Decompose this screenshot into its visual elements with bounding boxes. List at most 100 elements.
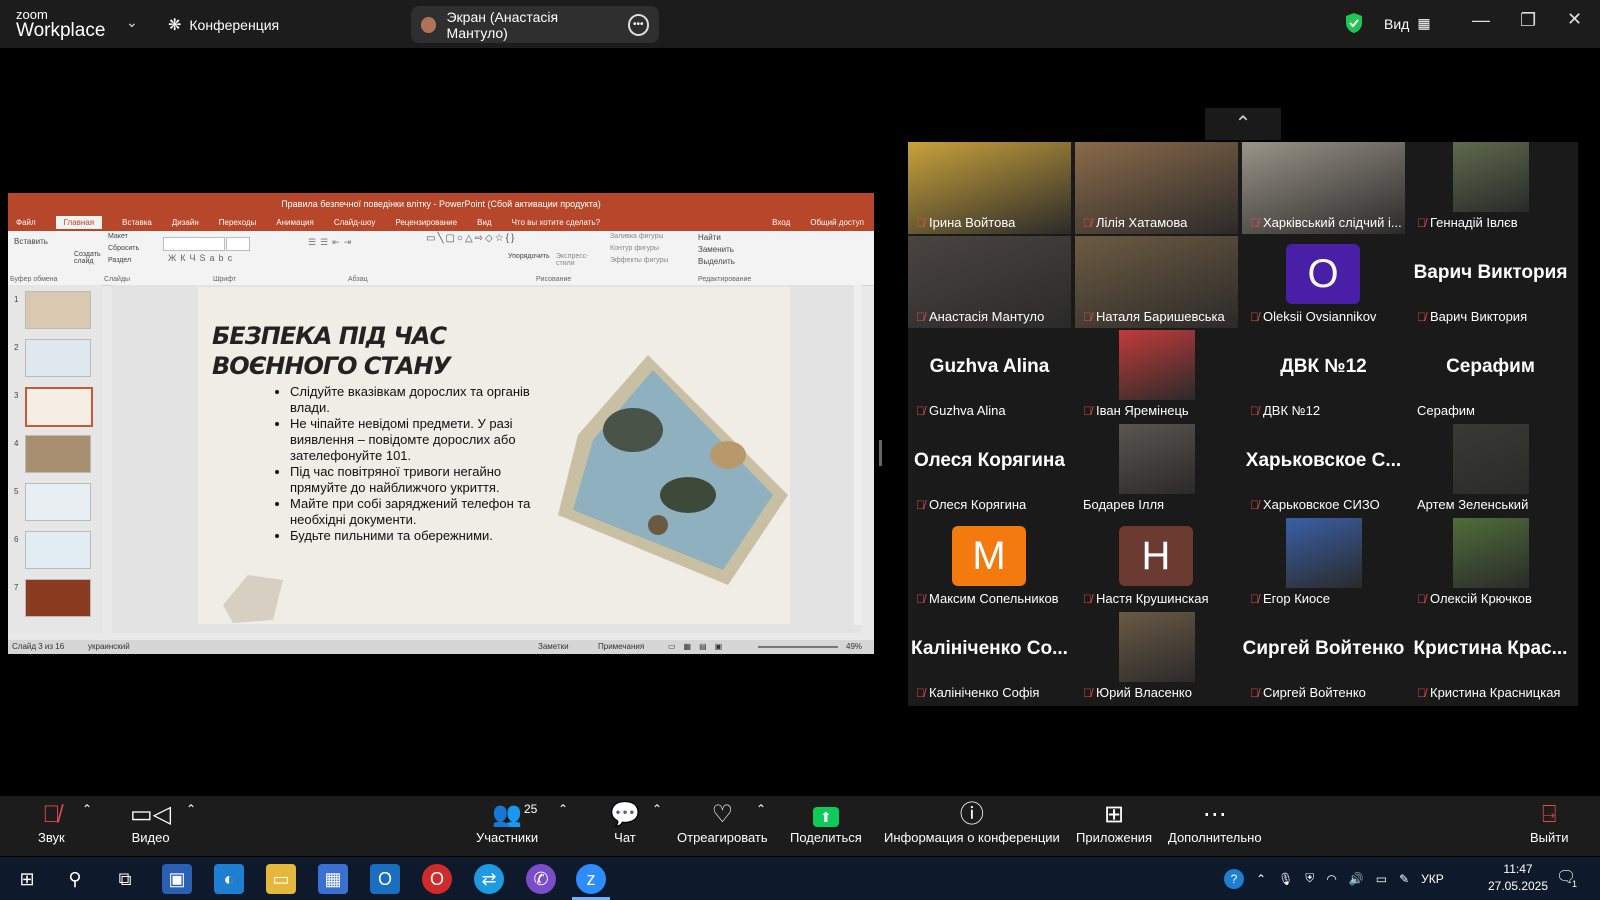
conference-button[interactable]: ❋ Конференция <box>168 15 279 35</box>
participant-tile[interactable]: Сиргей Войтенко 🎙̸ Сиргей Войтенко <box>1242 612 1405 704</box>
meeting-info-button[interactable]: ⓘ Информация о конференции <box>884 800 1060 845</box>
minimize-icon[interactable]: — <box>1472 10 1490 31</box>
zoom-slider[interactable] <box>758 646 838 648</box>
participant-tile[interactable]: Варич Виктория 🎙̸ Варич Виктория <box>1409 236 1572 328</box>
close-icon[interactable]: ✕ <box>1567 9 1582 30</box>
notes-button[interactable]: Заметки <box>538 642 569 651</box>
participant-tile[interactable]: 🎙̸ Наталя Баришевська <box>1075 236 1238 328</box>
share-link[interactable]: Общий доступ <box>810 218 864 227</box>
audio-button[interactable]: 🎙̸ Звук <box>38 800 65 845</box>
current-slide[interactable]: БЕЗПЕКА ПІД ЧАС ВОЄННОГО СТАНУ Слідуйте … <box>198 287 790 624</box>
split-drag-handle[interactable] <box>879 440 882 466</box>
participant-tile[interactable]: 🎙̸ Олексій Крючков <box>1409 518 1572 610</box>
language-indicator[interactable]: украинский <box>88 642 130 651</box>
battery-icon[interactable]: ▭ <box>1376 872 1387 886</box>
opera-icon[interactable]: O <box>422 864 452 894</box>
collapse-gallery-icon[interactable]: ⌃ <box>1205 108 1281 140</box>
slide-thumbnail-active[interactable] <box>25 387 93 427</box>
layout-button[interactable]: Макет <box>108 233 128 240</box>
tab-insert[interactable]: Вставка <box>122 218 152 227</box>
help-icon[interactable]: ? <box>1224 868 1244 889</box>
shield-icon[interactable] <box>1345 12 1363 39</box>
chat-button[interactable]: 💬 Чат <box>610 800 640 845</box>
outlook-icon[interactable]: O <box>370 864 400 894</box>
participant-tile[interactable]: Бодарев Ілля <box>1075 424 1238 516</box>
clock[interactable]: 11:47 27.05.2025 <box>1486 861 1550 895</box>
participants-options-caret[interactable]: ⌃ <box>558 802 568 816</box>
windows-start-icon[interactable]: ⊞ <box>12 864 42 894</box>
chevron-down-icon[interactable]: ⌄ <box>126 14 138 31</box>
slide-bullet-list[interactable]: Слідуйте вказівкам дорослих та органів в… <box>278 384 550 544</box>
react-options-caret[interactable]: ⌃ <box>756 802 766 816</box>
participant-tile[interactable]: 🎙̸ Іван Яремінець <box>1075 330 1238 422</box>
participant-tile[interactable]: 🎙̸ Ірина Войтова <box>908 142 1071 234</box>
participant-tile[interactable]: Guzhva Alina 🎙̸ Guzhva Alina <box>908 330 1071 422</box>
shield-tray-icon[interactable]: ⛨ <box>1305 871 1314 886</box>
tab-transitions[interactable]: Переходы <box>219 218 257 227</box>
participant-tile[interactable]: Олеся Корягина 🎙̸ Олеся Корягина <box>908 424 1071 516</box>
slide-thumbnail[interactable] <box>25 579 91 617</box>
participant-tile[interactable]: Калініченко Со... 🎙̸ Калініченко Софія <box>908 612 1071 704</box>
reset-button[interactable]: Сбросить <box>108 245 139 252</box>
font-size-field[interactable] <box>226 237 250 251</box>
paragraph-buttons[interactable]: ☰☰⇤⇥ <box>308 237 355 248</box>
microphone-icon[interactable]: 🎙 <box>1278 872 1293 886</box>
vertical-scrollbar[interactable] <box>854 285 862 625</box>
tell-me-search[interactable]: Что вы хотите сделать? <box>512 218 600 227</box>
view-button[interactable]: Вид ▦ <box>1384 15 1431 32</box>
video-button[interactable]: ▭◁ Видео <box>130 800 171 845</box>
slide-thumbnail[interactable] <box>25 483 91 521</box>
chat-options-caret[interactable]: ⌃ <box>652 802 662 816</box>
edge-browser-icon[interactable]: ◐ <box>214 864 244 894</box>
teamviewer-icon[interactable]: ⇄ <box>474 864 504 894</box>
language-indicator[interactable]: УКР <box>1421 872 1444 886</box>
tab-design[interactable]: Дизайн <box>172 218 199 227</box>
participant-tile[interactable]: ДВК №12 🎙̸ ДВК №12 <box>1242 330 1405 422</box>
slide-thumbnail[interactable] <box>25 291 91 329</box>
tab-file[interactable]: Файл <box>16 218 36 227</box>
zoom-level[interactable]: 49% <box>846 642 862 651</box>
select-button[interactable]: Выделить <box>698 257 735 266</box>
shape-outline-button[interactable]: Контур фигуры <box>610 245 659 252</box>
paste-button[interactable]: Вставить <box>14 237 48 246</box>
participant-tile[interactable]: M 🎙̸ Максим Сопельников <box>908 518 1071 610</box>
sign-in-link[interactable]: Вход <box>772 218 790 227</box>
shape-effects-button[interactable]: Эффекты фигуры <box>610 257 668 264</box>
save-app-icon[interactable]: ▣ <box>162 864 192 894</box>
participant-tile[interactable]: Н 🎙̸ Настя Крушинская <box>1075 518 1238 610</box>
quick-styles-button[interactable]: Экспресс-стили <box>556 253 590 267</box>
participant-tile[interactable]: 🎙̸ Анастасія Мантуло <box>908 236 1071 328</box>
volume-icon[interactable]: 🔊 <box>1349 872 1364 886</box>
more-icon[interactable]: ••• <box>627 13 649 36</box>
react-button[interactable]: ♡ Отреагировать <box>677 800 768 845</box>
participant-tile[interactable]: Харьковское С... 🎙̸ Харьковское СИЗО <box>1242 424 1405 516</box>
leave-button[interactable]: ⍈ Выйти <box>1530 800 1569 845</box>
shape-fill-button[interactable]: Заливка фигуры <box>610 233 663 240</box>
slide-thumbnail[interactable] <box>25 531 91 569</box>
view-mode-buttons[interactable]: ▭▦▤▣ <box>668 642 730 651</box>
tab-animation[interactable]: Анимация <box>276 218 314 227</box>
participant-tile[interactable]: 🎙̸ Юрий Власенко <box>1075 612 1238 704</box>
find-button[interactable]: Найти <box>698 233 721 242</box>
store-icon[interactable]: ▦ <box>318 864 348 894</box>
participant-tile[interactable]: Серафим Серафим <box>1409 330 1572 422</box>
video-options-caret[interactable]: ⌃ <box>186 802 196 816</box>
participant-tile[interactable]: 🎙̸ Геннадій Івлєв <box>1409 142 1572 234</box>
tab-review[interactable]: Рецензирование <box>395 218 457 227</box>
shapes-gallery[interactable]: ▭╲▢○△⇨◇☆{} <box>426 233 516 244</box>
replace-button[interactable]: Заменить <box>698 245 734 254</box>
restore-icon[interactable]: ❐ <box>1520 10 1536 31</box>
participant-tile[interactable]: 🎙̸ Лілія Хатамова <box>1075 142 1238 234</box>
audio-options-caret[interactable]: ⌃ <box>82 802 92 816</box>
participant-tile[interactable]: Артем Зеленський <box>1409 424 1572 516</box>
participant-tile[interactable]: 🎙̸ Харківський слідчий і... <box>1242 142 1405 234</box>
tab-slideshow[interactable]: Слайд-шоу <box>334 218 375 227</box>
apps-button[interactable]: ⊞ Приложения <box>1076 800 1152 845</box>
tab-home[interactable]: Главная <box>55 216 103 229</box>
more-button[interactable]: ⋯ Дополнительно <box>1168 800 1262 845</box>
zoom-taskbar-icon[interactable]: z <box>576 864 606 894</box>
slide-thumbnail[interactable] <box>25 339 91 377</box>
font-name-field[interactable] <box>163 237 225 251</box>
network-icon[interactable]: ◠ <box>1326 872 1336 886</box>
file-explorer-icon[interactable]: ▭ <box>266 864 296 894</box>
